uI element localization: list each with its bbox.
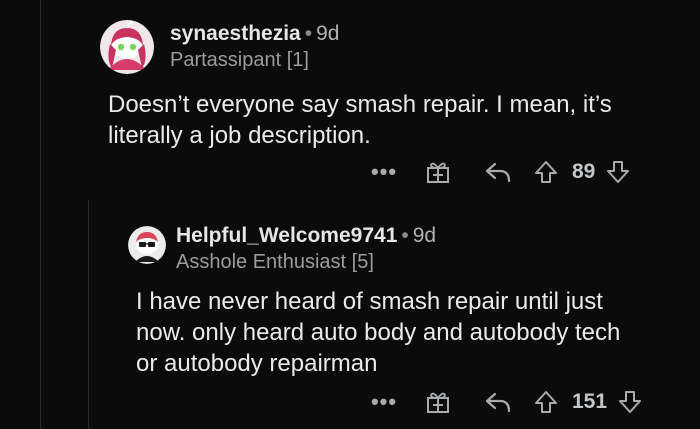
- reply-button[interactable]: [468, 390, 528, 414]
- comment-meta: synaesthezia • 9d Partassipant [1]: [170, 22, 339, 72]
- more-icon: •••: [370, 159, 398, 184]
- username[interactable]: Helpful_Welcome9741: [176, 224, 397, 247]
- more-icon: •••: [370, 389, 398, 414]
- comment-body: Doesn’t everyone say smash repair. I mea…: [108, 91, 612, 149]
- downvote-button[interactable]: [615, 389, 645, 415]
- reply-button[interactable]: [468, 160, 528, 184]
- comment-actions: ••• 151: [360, 382, 645, 422]
- avatar[interactable]: [128, 226, 166, 264]
- upvote-icon: [535, 161, 557, 183]
- avatar[interactable]: [100, 20, 154, 74]
- separator-dot: •: [304, 22, 313, 45]
- downvote-icon: [607, 161, 630, 183]
- comment-age: 9d: [412, 224, 437, 247]
- reply-icon: [485, 162, 511, 183]
- avatar-icon: [100, 20, 154, 74]
- upvote-button[interactable]: [528, 389, 564, 415]
- thread-line-inner: [88, 200, 89, 429]
- upvote-button[interactable]: [528, 159, 564, 185]
- comment-meta: Helpful_Welcome9741 • 9d Asshole Enthusias…: [176, 224, 436, 274]
- vote-count: 89: [572, 160, 596, 183]
- comment-body: I have never heard of smash repair until…: [136, 288, 621, 377]
- award-button[interactable]: [408, 389, 468, 415]
- vote-count: 151: [572, 390, 608, 413]
- downvote-button[interactable]: [603, 159, 633, 185]
- user-flair: Partassipant [1]: [170, 49, 309, 71]
- reply-icon: [485, 392, 511, 413]
- comment-age: 9d: [316, 22, 340, 45]
- user-flair: Asshole Enthusiast [5]: [176, 251, 374, 273]
- comment-actions: ••• 89: [360, 152, 633, 192]
- separator-dot: •: [401, 224, 409, 247]
- more-options-button[interactable]: •••: [360, 159, 408, 185]
- username[interactable]: synaesthezia: [170, 22, 301, 45]
- gift-icon: [427, 162, 449, 183]
- more-options-button[interactable]: •••: [360, 389, 408, 415]
- award-button[interactable]: [408, 159, 468, 185]
- upvote-icon: [535, 391, 557, 413]
- avatar-icon: [128, 226, 166, 264]
- downvote-icon: [619, 391, 642, 413]
- gift-icon: [427, 392, 449, 413]
- thread-line-outer: [40, 0, 41, 429]
